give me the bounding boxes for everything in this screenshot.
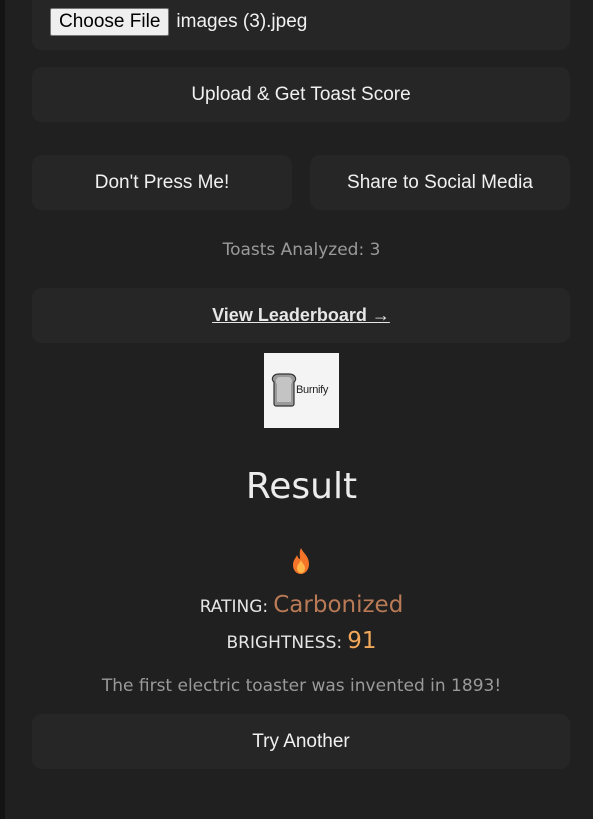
view-leaderboard-link[interactable]: View Leaderboard → [212, 305, 390, 326]
result-title: Result [245, 466, 358, 507]
dont-press-button[interactable]: Don't Press Me! [32, 155, 292, 210]
brightness-row: BRIGHTNESS: 91 [0, 628, 593, 654]
try-another-button[interactable]: Try Another [32, 714, 570, 769]
choose-file-button[interactable]: Choose File [50, 8, 170, 36]
brightness-value: 91 [347, 628, 377, 654]
window-left-edge [0, 0, 5, 819]
selected-file-name: images (3).jpeg [176, 11, 308, 32]
file-input[interactable]: Choose File images (3).jpeg [50, 8, 307, 36]
brightness-label: BRIGHTNESS: [226, 633, 343, 653]
toast-icon [271, 373, 297, 407]
file-input-panel: Choose File images (3).jpeg [32, 0, 570, 50]
logo-text: Burnify [296, 384, 329, 396]
burnify-logo: Burnify [264, 353, 339, 428]
rating-value: Carbonized [273, 592, 404, 618]
toast-fact: The first electric toaster was invented … [101, 676, 502, 696]
leaderboard-panel: View Leaderboard → [32, 288, 570, 343]
upload-button[interactable]: Upload & Get Toast Score [32, 67, 570, 122]
share-button[interactable]: Share to Social Media [310, 155, 570, 210]
rating-row: RATING: Carbonized [0, 592, 593, 618]
fire-icon [289, 547, 313, 580]
toasts-analyzed-count: Toasts Analyzed: 3 [222, 240, 381, 260]
rating-label: RATING: [199, 597, 269, 617]
